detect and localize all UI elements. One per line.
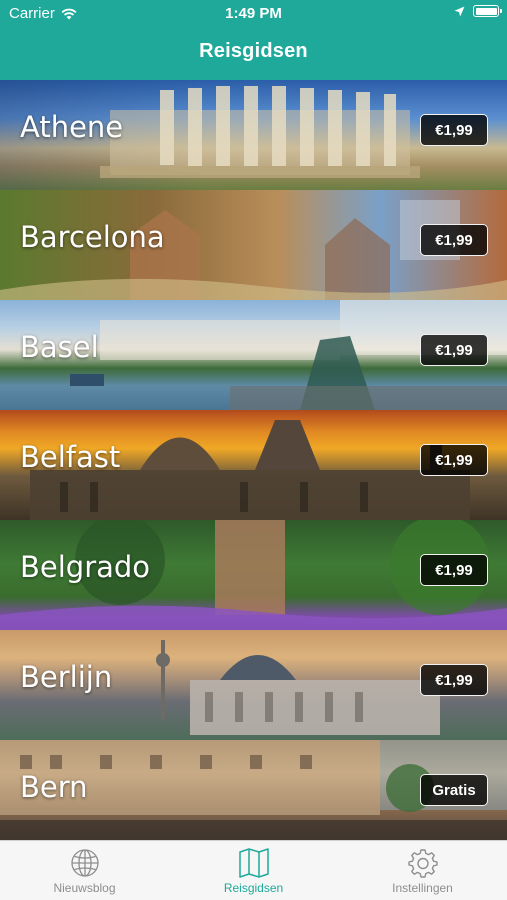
city-name: Berlijn <box>20 660 113 694</box>
city-name: Athene <box>20 110 124 144</box>
tab-instellingen[interactable]: Instellingen <box>338 841 507 900</box>
tab-label: Instellingen <box>392 881 453 895</box>
status-indicators <box>454 5 502 17</box>
tab-nieuwsblog[interactable]: Nieuwsblog <box>0 841 169 900</box>
status-time: 1:49 PM <box>225 5 282 22</box>
city-name: Barcelona <box>20 220 165 254</box>
city-row-basel[interactable]: Basel €1,99 <box>0 300 507 410</box>
price-badge[interactable]: €1,99 <box>420 224 488 256</box>
city-row-berlijn[interactable]: Berlijn €1,99 <box>0 630 507 740</box>
page-title: Reisgidsen <box>199 40 308 62</box>
tab-label: Reisgidsen <box>223 881 284 895</box>
tab-reisgidsen[interactable]: Reisgidsen <box>169 841 338 900</box>
city-row-barcelona[interactable]: Barcelona €1,99 <box>0 190 507 300</box>
price-badge[interactable]: €1,99 <box>420 334 488 366</box>
battery-icon <box>473 5 502 17</box>
city-name: Bern <box>20 770 88 804</box>
tab-bar: Nieuwsblog Reisgidsen Instellingen <box>0 840 507 900</box>
price-badge[interactable]: €1,99 <box>420 554 488 586</box>
map-icon <box>238 848 269 878</box>
price-badge[interactable]: €1,99 <box>420 444 488 476</box>
city-name: Belgrado <box>20 550 151 584</box>
city-row-belgrado[interactable]: Belgrado €1,99 <box>0 520 507 630</box>
price-badge[interactable]: €1,99 <box>420 114 488 146</box>
city-name: Belfast <box>20 440 121 474</box>
city-row-athene[interactable]: Athene €1,99 <box>0 80 507 190</box>
location-arrow-icon <box>454 6 465 16</box>
price-badge[interactable]: Gratis <box>420 774 488 806</box>
status-bar: Carrier 1:49 PM <box>0 0 507 28</box>
globe-icon <box>70 849 99 877</box>
navigation-header: Carrier 1:49 PM Reisgidsen <box>0 0 507 80</box>
tab-label: Nieuwsblog <box>53 881 116 895</box>
gear-icon <box>407 849 438 878</box>
city-row-belfast[interactable]: Belfast €1,99 <box>0 410 507 520</box>
city-row-bern[interactable]: Bern Gratis <box>0 740 507 840</box>
city-name: Basel <box>20 330 99 364</box>
price-badge[interactable]: €1,99 <box>420 664 488 696</box>
city-list: Athene €1,99 Barcelona €1,99 Basel €1,99… <box>0 80 507 840</box>
